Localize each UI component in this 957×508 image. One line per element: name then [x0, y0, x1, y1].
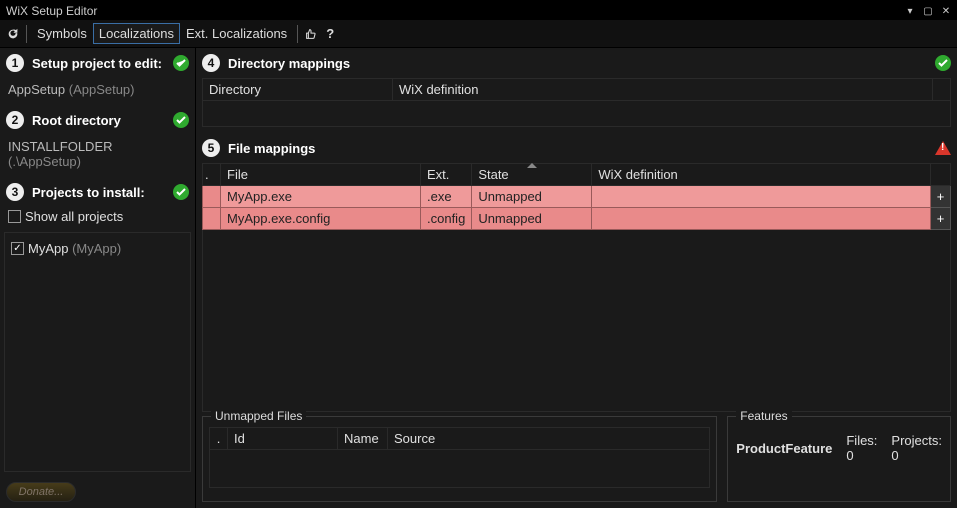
unmapped-col-marker[interactable]: . — [210, 428, 228, 450]
features-legend: Features — [736, 409, 791, 423]
dir-col-spacer — [933, 79, 951, 101]
file-cell-file: MyApp.exe.config — [221, 208, 421, 230]
window-menu-icon[interactable]: ▾ — [903, 4, 917, 18]
unmapped-files-group: Unmapped Files . Id Name Source — [202, 416, 717, 502]
file-cell-wix — [592, 208, 931, 230]
unmapped-grid[interactable]: . Id Name Source — [209, 427, 710, 488]
project-list: MyApp (MyApp) — [4, 232, 191, 472]
bottom-panels: Unmapped Files . Id Name Source Features… — [202, 416, 951, 502]
step2-number: 2 — [6, 111, 24, 129]
directory-grid[interactable]: Directory WiX definition — [202, 78, 951, 127]
tab-ext-localizations[interactable]: Ext. Localizations — [180, 23, 293, 44]
show-all-projects-row[interactable]: Show all projects — [0, 207, 195, 228]
step1-number: 1 — [6, 54, 24, 72]
title-bar: WiX Setup Editor ▾ ▢ ✕ — [0, 0, 957, 20]
donate-button[interactable]: Donate... — [6, 482, 76, 502]
feature-name: ProductFeature — [736, 441, 832, 456]
step3-status-ok-icon — [173, 184, 189, 200]
file-cell-ext: .exe — [421, 186, 472, 208]
file-col-action — [931, 164, 951, 186]
step3-header: 3 Projects to install: — [0, 177, 195, 207]
toolbar-separator — [297, 25, 298, 43]
features-group: Features ProductFeature Files: 0 Project… — [727, 416, 951, 502]
step5-title: File mappings — [228, 141, 315, 156]
tab-localizations[interactable]: Localizations — [93, 23, 180, 44]
root-dir-name: INSTALLFOLDER — [8, 139, 113, 154]
file-cell-ext: .config — [421, 208, 472, 230]
thumbs-up-icon[interactable] — [302, 25, 320, 43]
project-checkbox[interactable] — [11, 242, 24, 255]
file-row-marker — [203, 208, 221, 230]
toolbar-separator — [26, 25, 27, 43]
file-row[interactable]: MyApp.exe.config .config Unmapped + — [203, 208, 951, 230]
window-controls: ▾ ▢ ✕ — [903, 4, 953, 18]
project-item[interactable]: MyApp (MyApp) — [11, 239, 184, 258]
project-name: MyApp — [28, 241, 68, 256]
dir-col-directory[interactable]: Directory — [203, 79, 393, 101]
setup-project-row[interactable]: AppSetup (AppSetup) — [0, 78, 195, 105]
file-col-marker[interactable]: . — [203, 164, 221, 186]
unmapped-col-source[interactable]: Source — [388, 428, 710, 450]
feature-projects: Projects: 0 — [891, 433, 942, 463]
step2-header: 2 Root directory — [0, 105, 195, 135]
step1-status-ok-icon — [173, 55, 189, 71]
file-col-state[interactable]: State — [472, 164, 592, 186]
step5-status-warning-icon — [935, 140, 951, 156]
root-dir-row[interactable]: INSTALLFOLDER (.\AppSetup) — [0, 135, 195, 177]
step4-status-ok-icon — [935, 55, 951, 71]
window-title: WiX Setup Editor — [6, 4, 97, 18]
file-mappings-panel: . File Ext. State WiX definition MyApp.e… — [202, 163, 951, 230]
unmapped-col-name[interactable]: Name — [338, 428, 388, 450]
help-icon[interactable]: ? — [320, 23, 340, 44]
step2-status-ok-icon — [173, 112, 189, 128]
file-cell-state: Unmapped — [472, 186, 592, 208]
step3-number: 3 — [6, 183, 24, 201]
step1-title: Setup project to edit: — [32, 56, 162, 71]
left-panel: 1 Setup project to edit: AppSetup (AppSe… — [0, 48, 196, 508]
setup-project-detail: (AppSetup) — [69, 82, 135, 97]
right-panel: 4 Directory mappings Directory WiX defin… — [196, 48, 957, 508]
step5-header: 5 File mappings — [196, 133, 957, 163]
file-grid[interactable]: . File Ext. State WiX definition MyApp.e… — [202, 163, 951, 230]
step4-header: 4 Directory mappings — [196, 48, 957, 78]
unmapped-empty-row — [210, 450, 710, 488]
setup-project-name: AppSetup — [8, 82, 65, 97]
dir-empty-row — [203, 101, 951, 127]
file-add-button[interactable]: + — [931, 208, 951, 230]
step4-number: 4 — [202, 54, 220, 72]
maximize-icon[interactable]: ▢ — [921, 4, 935, 18]
features-row[interactable]: ProductFeature Files: 0 Projects: 0 — [734, 427, 944, 469]
step4-title: Directory mappings — [228, 56, 350, 71]
project-detail: (MyApp) — [72, 241, 121, 256]
file-col-ext[interactable]: Ext. — [421, 164, 472, 186]
dir-col-wix[interactable]: WiX definition — [393, 79, 933, 101]
close-icon[interactable]: ✕ — [939, 4, 953, 18]
step3-title: Projects to install: — [32, 185, 145, 200]
show-all-label: Show all projects — [25, 209, 123, 224]
file-cell-file: MyApp.exe — [221, 186, 421, 208]
directory-mappings-panel: Directory WiX definition — [202, 78, 951, 127]
file-row-marker — [203, 186, 221, 208]
tab-symbols[interactable]: Symbols — [31, 23, 93, 44]
root-dir-detail: (.\AppSetup) — [8, 154, 81, 169]
file-col-wix[interactable]: WiX definition — [592, 164, 931, 186]
refresh-icon[interactable] — [4, 25, 22, 43]
step2-title: Root directory — [32, 113, 121, 128]
unmapped-legend: Unmapped Files — [211, 409, 306, 423]
file-col-file[interactable]: File — [221, 164, 421, 186]
file-row[interactable]: MyApp.exe .exe Unmapped + — [203, 186, 951, 208]
toolbar: Symbols Localizations Ext. Localizations… — [0, 20, 957, 48]
sort-asc-icon — [527, 163, 537, 168]
file-add-button[interactable]: + — [931, 186, 951, 208]
file-cell-wix — [592, 186, 931, 208]
file-cell-state: Unmapped — [472, 208, 592, 230]
file-grid-empty-area — [202, 230, 951, 412]
step5-number: 5 — [202, 139, 220, 157]
unmapped-col-id[interactable]: Id — [228, 428, 338, 450]
feature-files: Files: 0 — [846, 433, 877, 463]
show-all-checkbox[interactable] — [8, 210, 21, 223]
step1-header: 1 Setup project to edit: — [0, 48, 195, 78]
